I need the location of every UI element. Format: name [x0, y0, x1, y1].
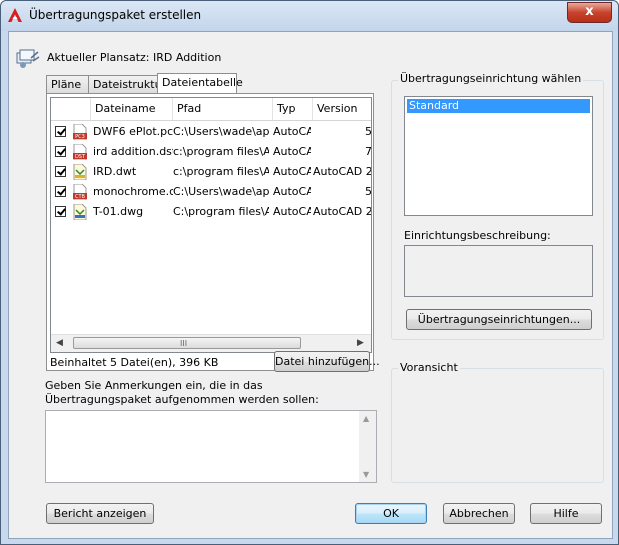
table-row[interactable]: IRD.dwt c:\program files\Aut AutoCA Auto… [51, 162, 371, 182]
close-icon: x [585, 4, 594, 19]
svg-text:DST: DST [75, 154, 86, 160]
svg-text:CTB: CTB [75, 194, 86, 200]
file-version: AutoCAD 2 [313, 165, 371, 178]
column-header-version[interactable]: Version [313, 98, 371, 120]
table-row[interactable]: DST ird addition.dst c:\program files\ Au… [51, 142, 371, 162]
file-summary: Beinhaltet 5 Datei(en), 396 KB [50, 356, 219, 369]
header-spacer [51, 98, 91, 120]
window-title: Übertragungspaket erstellen [29, 8, 202, 22]
setup-description-field [404, 245, 593, 297]
file-version [313, 122, 361, 142]
preview-title: Voransicht [398, 361, 460, 374]
file-type: AutoCA [273, 125, 311, 138]
file-table-panel: Dateiname Pfad Typ Version PC3 DWF6 ePlo… [46, 93, 380, 372]
file-path: C:\program files\Aut [173, 205, 269, 218]
notes-label: Geben Sie Anmerkungen ein, die in das Üb… [45, 379, 319, 406]
file-name: T-01.dwg [93, 205, 144, 218]
dwg-file-icon [73, 204, 87, 220]
table-row[interactable]: CTB monochrome.ctb C:\Users\wade\app Aut… [51, 182, 371, 202]
dwt-file-icon [73, 164, 87, 180]
help-button[interactable]: Hilfe [530, 503, 602, 524]
include-checkbox[interactable] [55, 206, 66, 217]
current-set-label: Aktueller Plansatz: IRD Addition [47, 51, 222, 64]
transfer-setups-button[interactable]: Übertragungseinrichtungen... [406, 309, 592, 330]
pc3-file-icon: PC3 [73, 124, 87, 140]
file-type: AutoCA [273, 185, 311, 198]
file-extra: 5 [365, 122, 371, 142]
table-row[interactable]: PC3 DWF6 ePlot.pc3 C:\Users\wade\app Aut… [51, 122, 371, 142]
file-path: c:\program files\Aut [173, 165, 269, 178]
autocad-logo-icon [8, 8, 22, 22]
ok-button[interactable]: OK [355, 503, 427, 524]
file-name: DWF6 ePlot.pc3 [93, 125, 173, 138]
scroll-down-icon[interactable]: ▼ [363, 470, 369, 479]
column-header-name[interactable]: Dateiname [91, 98, 173, 120]
list-item-selected[interactable]: Standard [407, 99, 590, 113]
file-type: AutoCA [273, 145, 311, 158]
file-version [313, 142, 361, 162]
scroll-right-icon[interactable]: ▶ [357, 338, 364, 348]
svg-text:PC3: PC3 [75, 134, 85, 140]
dialog-client: Aktueller Plansatz: IRD Addition Pläne D… [8, 31, 613, 539]
transfer-setup-group: Übertragungseinrichtung wählen Standard … [391, 72, 604, 340]
transfer-setup-title: Übertragungseinrichtung wählen [398, 72, 584, 85]
file-extra: 5 [365, 182, 371, 202]
ctb-file-icon: CTB [73, 184, 87, 200]
file-version: AutoCAD 2 [313, 205, 371, 218]
file-name: ird addition.dst [93, 145, 173, 158]
view-report-button[interactable]: Bericht anzeigen [46, 503, 154, 524]
dst-file-icon: DST [73, 144, 87, 160]
file-type: AutoCA [273, 165, 311, 178]
file-list[interactable]: Dateiname Pfad Typ Version PC3 DWF6 ePlo… [50, 97, 372, 353]
tab-file-table[interactable]: Dateientabelle [157, 73, 243, 94]
tab-file-structure[interactable]: Dateistruktur [88, 75, 166, 93]
file-name: IRD.dwt [93, 165, 137, 178]
include-checkbox[interactable] [55, 166, 66, 177]
file-extra: 7 [365, 142, 371, 162]
title-bar[interactable]: Übertragungspaket erstellen x [1, 1, 618, 31]
scroll-up-icon[interactable]: ▲ [363, 414, 369, 423]
file-type: AutoCA [273, 205, 311, 218]
setup-description-label: Einrichtungsbeschreibung: [404, 229, 551, 242]
file-path: C:\Users\wade\app [173, 185, 269, 198]
include-checkbox[interactable] [55, 186, 66, 197]
column-header-type[interactable]: Typ [273, 98, 313, 120]
file-name: monochrome.ctb [93, 185, 173, 198]
file-path: C:\Users\wade\app [173, 125, 269, 138]
notes-textarea[interactable]: ▲ ▼ [45, 410, 377, 483]
dialog-window: Übertragungspaket erstellen x Aktueller … [0, 0, 619, 545]
scroll-grip: III [180, 339, 188, 348]
notes-scrollbar[interactable]: ▲ ▼ [359, 411, 376, 482]
scroll-left-icon[interactable]: ◀ [56, 338, 63, 348]
transfer-setup-list[interactable]: Standard [404, 96, 593, 216]
column-header-path[interactable]: Pfad [173, 98, 273, 120]
tab-plans[interactable]: Pläne [46, 75, 89, 93]
file-path: c:\program files\Aut [173, 145, 269, 158]
add-file-button[interactable]: Datei hinzufügen... [274, 351, 380, 372]
preview-group: Voransicht [391, 361, 604, 483]
close-button[interactable]: x [567, 2, 612, 23]
table-row[interactable]: T-01.dwg C:\program files\Aut AutoCA Aut… [51, 202, 371, 222]
include-checkbox[interactable] [55, 126, 66, 137]
scroll-thumb[interactable]: III [73, 337, 301, 349]
file-version [313, 182, 361, 202]
cancel-button[interactable]: Abbrechen [443, 503, 515, 524]
sheet-set-icon [16, 49, 40, 68]
horizontal-scrollbar[interactable]: ◀ III ▶ [51, 334, 371, 352]
file-list-header: Dateiname Pfad Typ Version [51, 98, 371, 121]
include-checkbox[interactable] [55, 146, 66, 157]
